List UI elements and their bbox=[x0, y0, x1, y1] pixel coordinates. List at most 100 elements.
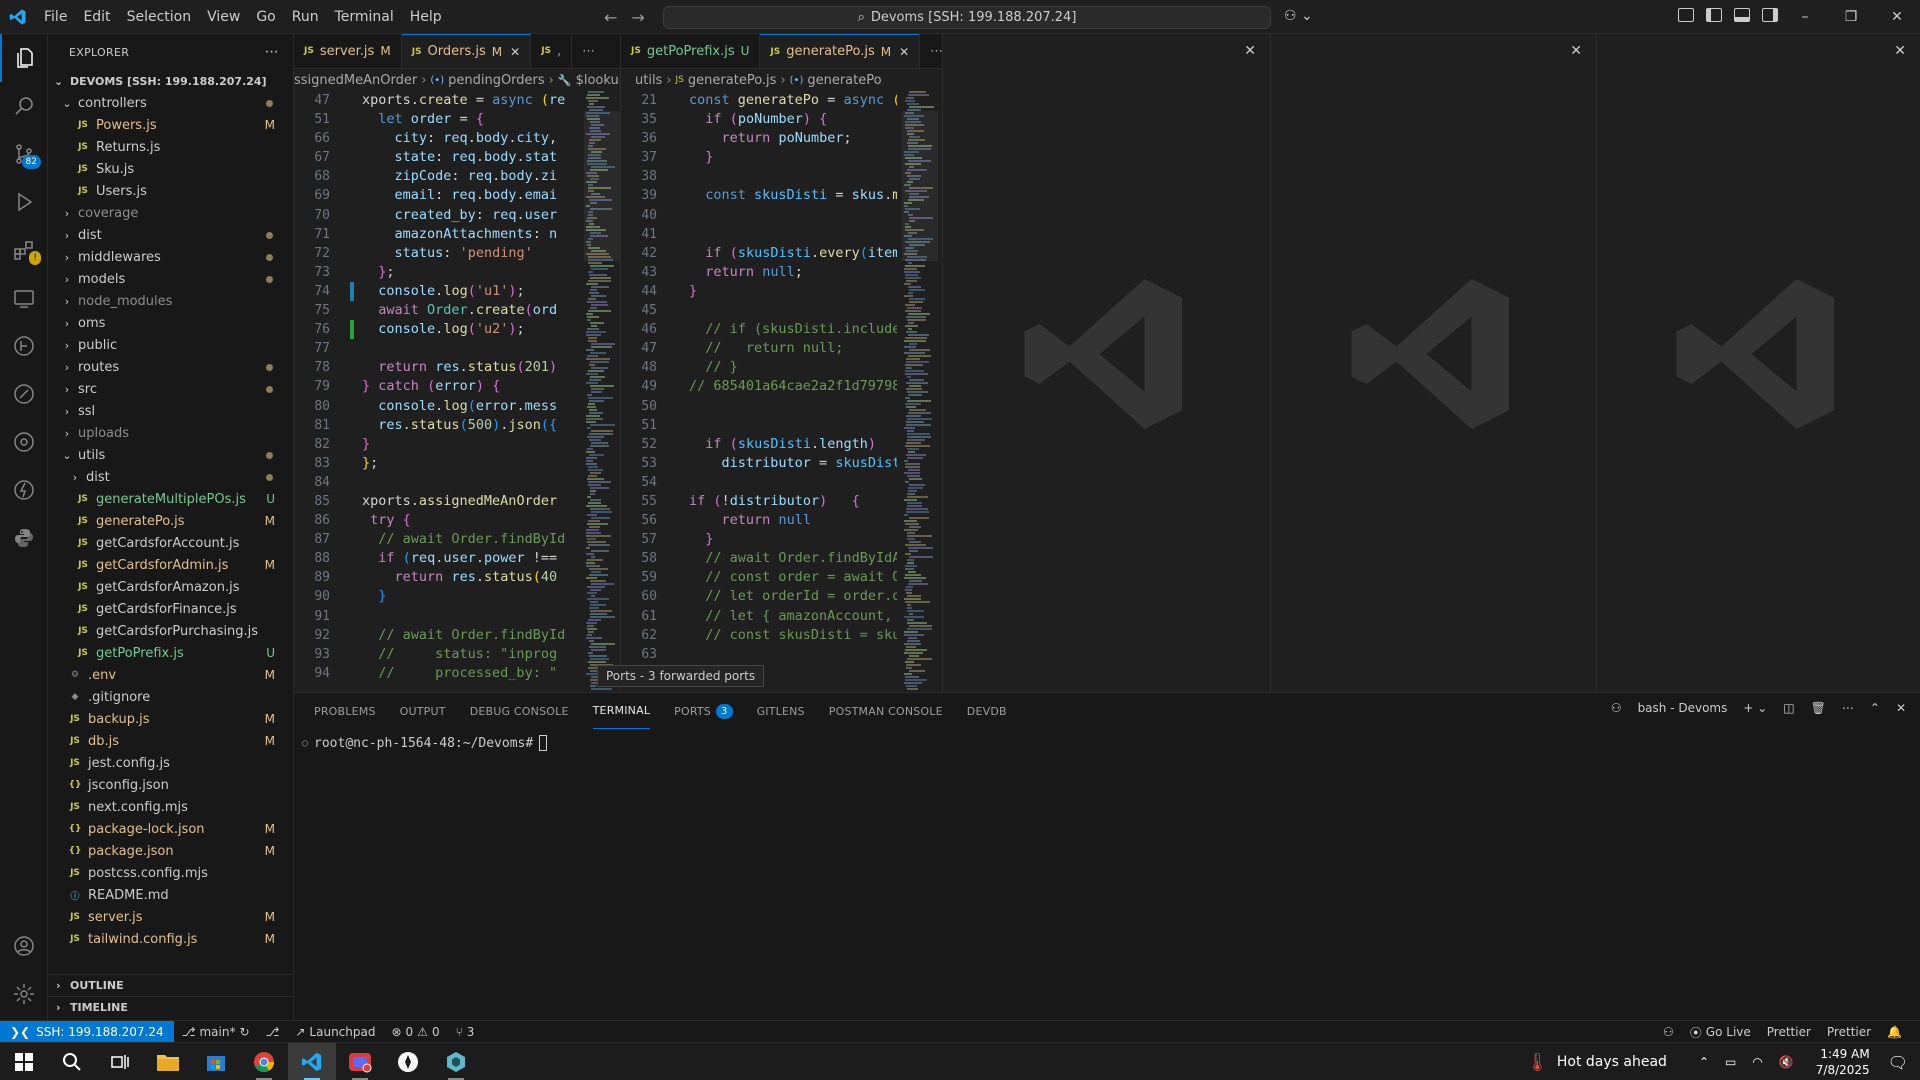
forwarded-ports-indicator[interactable]: ⑂ 3 bbox=[448, 1025, 483, 1039]
remote-explorer-icon[interactable] bbox=[0, 274, 48, 322]
tree-file[interactable]: JS next.config.mjs bbox=[48, 796, 293, 818]
tree-folder[interactable]: › models bbox=[48, 268, 293, 290]
more-actions-icon[interactable]: ⋯ bbox=[1842, 701, 1854, 715]
task-view-icon[interactable] bbox=[96, 1043, 144, 1080]
tree-file[interactable]: {} package-lock.json M bbox=[48, 818, 293, 840]
tree-file[interactable]: JS getCardsforPurchasing.js bbox=[48, 620, 293, 642]
tree-folder[interactable]: › middlewares bbox=[48, 246, 293, 268]
windows-start-icon[interactable] bbox=[0, 1043, 48, 1080]
panel-tab-output[interactable]: OUTPUT bbox=[400, 693, 446, 729]
panel-tab-terminal[interactable]: TERMINAL bbox=[592, 693, 651, 729]
speaker-muted-icon[interactable]: 🔇 bbox=[1779, 1055, 1794, 1069]
weather-widget[interactable]: 🌡 Hot days ahead bbox=[1526, 1052, 1667, 1073]
tree-file[interactable]: ◆ .gitignore bbox=[48, 686, 293, 708]
customize-layout-icon[interactable] bbox=[1678, 8, 1694, 22]
remote-indicator[interactable]: ❯❮ SSH: 199.188.207.24 bbox=[0, 1020, 174, 1043]
tree-file[interactable]: {} package.json M bbox=[48, 840, 293, 862]
file-explorer-icon[interactable] bbox=[144, 1043, 192, 1080]
microsoft-store-icon[interactable] bbox=[192, 1043, 240, 1080]
kill-terminal-icon[interactable]: 🗑 bbox=[1811, 701, 1826, 715]
run-debug-icon[interactable] bbox=[0, 178, 48, 226]
postman-icon[interactable] bbox=[0, 370, 48, 418]
breadcrumb-item[interactable]: generatePo bbox=[807, 73, 881, 88]
terminal-output[interactable]: ○ root@nc-ph-1564-48:~/Devoms# bbox=[294, 729, 1920, 751]
tree-file[interactable]: JS server.js M bbox=[48, 906, 293, 928]
tree-folder[interactable]: › oms bbox=[48, 312, 293, 334]
toggle-secondary-sidebar-icon[interactable] bbox=[1762, 8, 1778, 22]
menu-edit[interactable]: Edit bbox=[75, 0, 118, 34]
back-arrow-icon[interactable]: ← bbox=[604, 8, 617, 27]
terminal-name[interactable]: bash - Devoms bbox=[1638, 701, 1728, 715]
tree-file[interactable]: JS getCardsforAccount.js bbox=[48, 532, 293, 554]
tree-folder[interactable]: › src bbox=[48, 378, 293, 400]
copilot-icon[interactable]: ⚇ ⌄ bbox=[1284, 8, 1313, 24]
search-icon[interactable] bbox=[48, 1043, 96, 1080]
tree-file[interactable]: ⚙ .env M bbox=[48, 664, 293, 686]
tree-file[interactable]: JS getCardsforAdmin.js M bbox=[48, 554, 293, 576]
tree-file[interactable]: JS postcss.config.mjs bbox=[48, 862, 293, 884]
tree-file[interactable]: JS getPoPrefix.js U bbox=[48, 642, 293, 664]
search-view-icon[interactable] bbox=[0, 82, 48, 130]
restore-icon[interactable]: ❐ bbox=[1828, 0, 1874, 34]
tree-file[interactable]: JS backup.js M bbox=[48, 708, 293, 730]
tree-file[interactable]: JS tailwind.config.js M bbox=[48, 928, 293, 950]
menu-terminal[interactable]: Terminal bbox=[327, 0, 402, 34]
tree-folder[interactable]: › routes bbox=[48, 356, 293, 378]
notification-center-icon[interactable]: 🗨 bbox=[1888, 1053, 1908, 1072]
panel-tab-ports[interactable]: PORTS 3 bbox=[674, 693, 733, 729]
menu-selection[interactable]: Selection bbox=[119, 0, 200, 34]
breadcrumb-item[interactable]: generatePo.js bbox=[688, 73, 777, 88]
chrome-icon[interactable] bbox=[240, 1043, 288, 1080]
command-center-search[interactable]: ⌕ Devoms [SSH: 199.188.207.24] bbox=[663, 6, 1271, 29]
minimize-icon[interactable]: – bbox=[1782, 0, 1828, 34]
panel-tab-problems[interactable]: PROBLEMS bbox=[314, 693, 376, 729]
tree-file[interactable]: JS Powers.js M bbox=[48, 114, 293, 136]
settings-gear-icon[interactable] bbox=[0, 970, 48, 1018]
tree-folder[interactable]: › public bbox=[48, 334, 293, 356]
editor-tab[interactable]: JS Orders.js M ✕ bbox=[401, 34, 532, 68]
accounts-icon[interactable] bbox=[0, 922, 48, 970]
code-editor-2[interactable]: 21 const generatePo = async (c 35 if (poNu… bbox=[621, 91, 897, 692]
editor-tab[interactable]: JS server.js M bbox=[294, 34, 402, 68]
breadcrumb-item[interactable]: pendingOrders bbox=[448, 73, 545, 88]
git-graph-icon[interactable]: ⎇ bbox=[258, 1025, 288, 1039]
tree-file[interactable]: JS generateMultiplePOs.js U bbox=[48, 488, 293, 510]
tree-file[interactable]: JS Returns.js bbox=[48, 136, 293, 158]
menu-run[interactable]: Run bbox=[284, 0, 327, 34]
python-icon[interactable] bbox=[0, 514, 48, 562]
menu-file[interactable]: File bbox=[36, 0, 75, 34]
panel-tab-debug-console[interactable]: DEBUG CONSOLE bbox=[470, 693, 569, 729]
tree-file[interactable]: {} jsconfig.json bbox=[48, 774, 293, 796]
vscode-taskbar-icon[interactable] bbox=[288, 1042, 336, 1080]
tree-file[interactable]: JS getCardsforFinance.js bbox=[48, 598, 293, 620]
prettier-button[interactable]: Prettier bbox=[1819, 1025, 1879, 1039]
timeline-section[interactable]: › TIMELINE bbox=[48, 996, 294, 1018]
menu-go[interactable]: Go bbox=[248, 0, 283, 34]
maximize-panel-icon[interactable]: ⌃ bbox=[1870, 701, 1880, 715]
minimap-2[interactable] bbox=[902, 91, 938, 691]
tree-file[interactable]: JS jest.config.js bbox=[48, 752, 293, 774]
menu-help[interactable]: Help bbox=[402, 0, 450, 34]
gitlens-icon[interactable] bbox=[0, 322, 48, 370]
editor-tab[interactable]: JS getPoPrefix.js U bbox=[621, 34, 761, 68]
forward-arrow-icon[interactable]: → bbox=[631, 8, 644, 27]
minimap-1[interactable] bbox=[584, 91, 620, 691]
close-window-icon[interactable]: ✕ bbox=[1874, 0, 1920, 34]
toggle-panel-icon[interactable] bbox=[1734, 8, 1750, 22]
more-actions-icon[interactable]: ⋯ bbox=[572, 34, 606, 68]
tree-file[interactable]: ⓘ README.md bbox=[48, 884, 293, 906]
split-terminal-icon[interactable]: ◫ bbox=[1783, 701, 1794, 715]
close-group-icon[interactable]: ✕ bbox=[1570, 43, 1582, 59]
extensions-icon[interactable]: ! bbox=[0, 226, 48, 274]
app-dark-icon[interactable] bbox=[384, 1043, 432, 1080]
panel-tab-postman-console[interactable]: POSTMAN CONSOLE bbox=[829, 693, 943, 729]
branch-indicator[interactable]: ⎇ main* ↻ bbox=[174, 1025, 258, 1039]
tree-folder[interactable]: › node_modules bbox=[48, 290, 293, 312]
sync-icon[interactable]: ↻ bbox=[239, 1025, 249, 1039]
wifi-icon[interactable]: ◠ bbox=[1752, 1055, 1762, 1069]
tree-folder[interactable]: › dist bbox=[48, 224, 293, 246]
new-terminal-icon[interactable]: + ⌄ bbox=[1743, 701, 1767, 715]
more-actions-icon[interactable]: ⋯ bbox=[920, 34, 942, 68]
tree-file[interactable]: JS Users.js bbox=[48, 180, 293, 202]
launchpad-button[interactable]: ↗ Launchpad bbox=[287, 1025, 383, 1039]
